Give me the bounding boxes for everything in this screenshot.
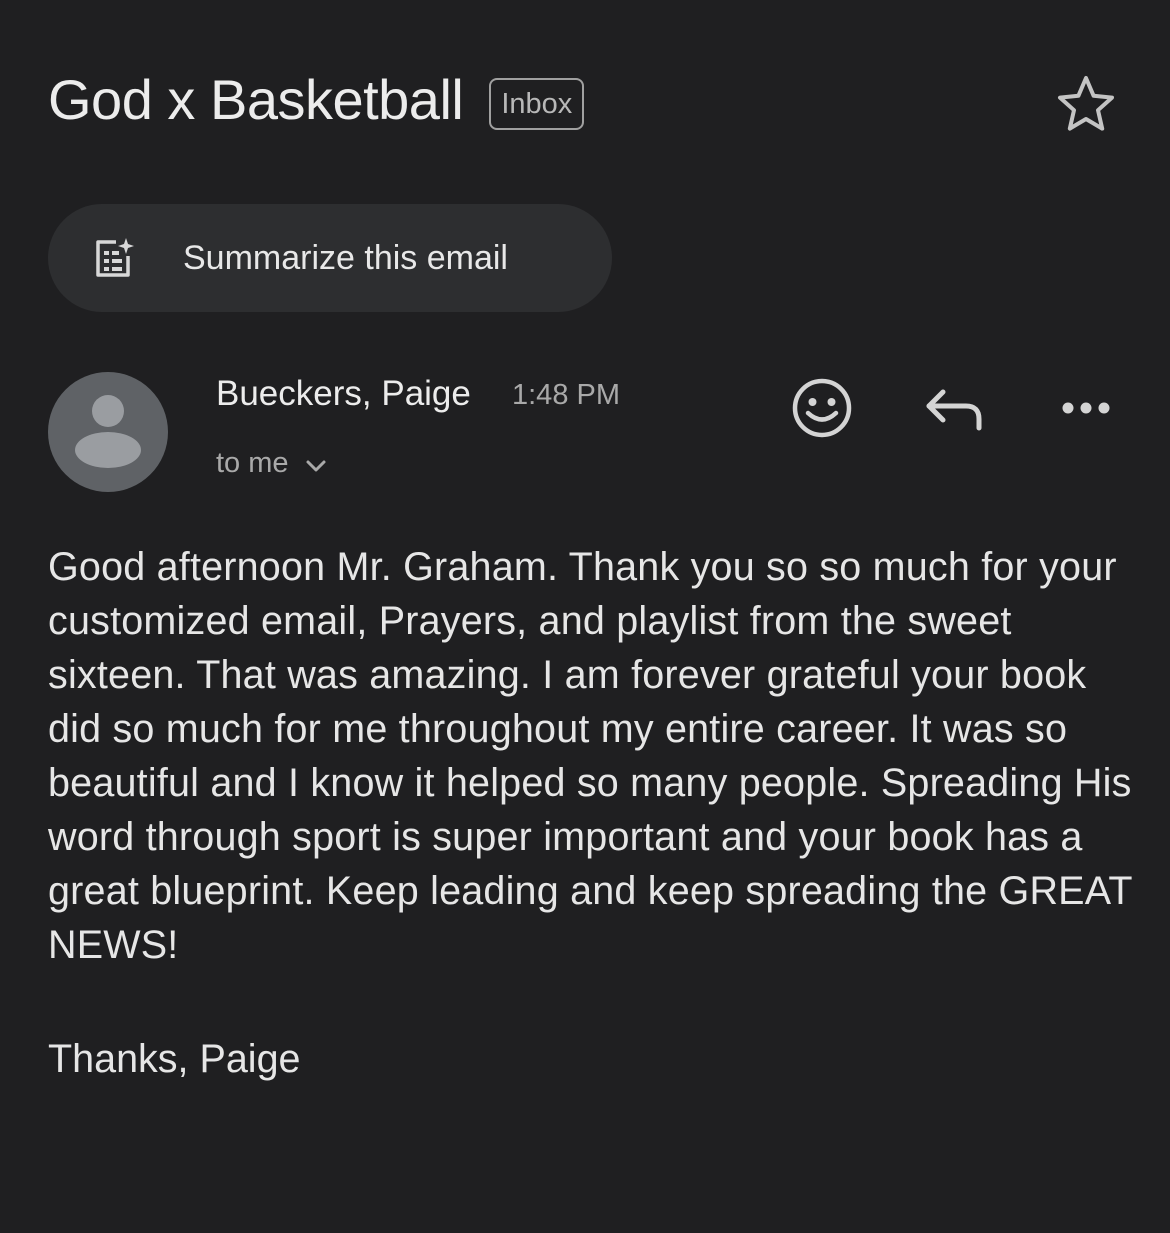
reply-icon[interactable] [922, 376, 986, 440]
sender-name[interactable]: Bueckers, Paige [216, 370, 471, 418]
summarize-label: Summarize this email [183, 239, 508, 277]
chevron-down-icon [306, 460, 326, 472]
inbox-label-badge[interactable]: Inbox [489, 78, 585, 130]
email-body: Good afternoon Mr. Graham. Thank you so … [48, 545, 1132, 967]
recipients-label: to me [216, 447, 289, 479]
subject-row: God x Basketball Inbox [48, 62, 585, 138]
more-horizontal-icon[interactable] [1054, 376, 1118, 440]
person-avatar-icon [75, 395, 141, 468]
email-signoff: Thanks, Paige [48, 1037, 301, 1081]
summarize-sparkle-icon [96, 238, 134, 277]
summarize-email-button[interactable]: Summarize this email [48, 204, 612, 312]
avatar[interactable] [48, 372, 168, 492]
email-subject: God x Basketball [48, 68, 464, 131]
recipients-toggle[interactable]: to me [216, 442, 327, 484]
star-icon[interactable] [1054, 72, 1118, 136]
emoji-reaction-icon[interactable] [790, 376, 854, 440]
email-time: 1:48 PM [512, 379, 620, 411]
